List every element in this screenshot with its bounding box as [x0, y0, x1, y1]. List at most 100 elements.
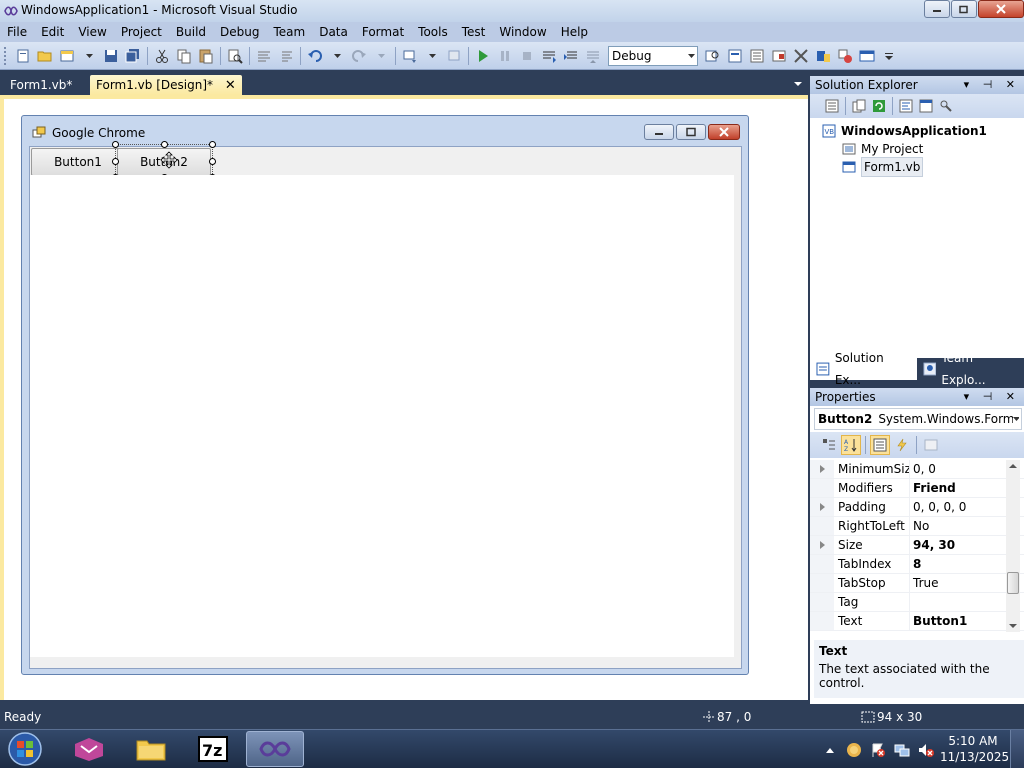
redo-dropdown[interactable] — [371, 46, 391, 66]
property-value[interactable]: Button1 — [910, 612, 998, 630]
property-value[interactable]: Friend — [910, 479, 998, 497]
expand-icon[interactable] — [810, 498, 834, 516]
categorized-button[interactable] — [819, 435, 839, 455]
property-pages-button[interactable] — [921, 435, 941, 455]
menu-help[interactable]: Help — [554, 22, 595, 42]
resize-handle-right[interactable] — [209, 158, 216, 165]
add-item-button[interactable] — [57, 46, 77, 66]
form-maximize-button[interactable] — [676, 124, 706, 140]
form-body[interactable] — [30, 175, 734, 657]
start-debugging-button[interactable] — [473, 46, 493, 66]
tree-node-my-project[interactable]: My Project — [822, 140, 1024, 158]
tree-node-form1[interactable]: Form1.vb — [822, 157, 1024, 177]
volume-muted-icon[interactable] — [918, 742, 934, 758]
form-close-button[interactable] — [708, 124, 740, 140]
properties-button[interactable] — [823, 97, 841, 115]
object-selector[interactable]: Button2 System.Windows.Forms.E — [814, 408, 1022, 430]
menu-tools[interactable]: Tools — [411, 22, 455, 42]
menu-project[interactable]: Project — [114, 22, 169, 42]
toolbar-grip[interactable] — [4, 46, 8, 65]
show-desktop-button[interactable] — [1010, 730, 1024, 768]
cut-button[interactable] — [152, 46, 172, 66]
action-center-flag-icon[interactable] — [870, 742, 886, 758]
copy-button[interactable] — [174, 46, 194, 66]
navigate-backward-dropdown[interactable] — [422, 46, 442, 66]
view-designer-button[interactable] — [917, 97, 935, 115]
events-view-button[interactable] — [892, 435, 912, 455]
tab-solution-explorer[interactable]: Solution Ex... — [810, 351, 917, 387]
property-value[interactable]: True — [910, 574, 998, 592]
new-project-button[interactable] — [13, 46, 33, 66]
form-client-area[interactable]: Button1 Button2 — [29, 141, 742, 669]
uncomment-button[interactable] — [276, 46, 296, 66]
resize-handle-left[interactable] — [112, 158, 119, 165]
save-button[interactable] — [101, 46, 121, 66]
network-icon[interactable] — [894, 742, 910, 758]
property-value[interactable]: 94, 30 — [910, 536, 998, 554]
save-all-button[interactable] — [123, 46, 143, 66]
step-over-button[interactable] — [561, 46, 581, 66]
menu-data[interactable]: Data — [312, 22, 355, 42]
scroll-up-icon[interactable] — [1009, 464, 1017, 468]
tab-form1-code[interactable]: Form1.vb* — [4, 75, 78, 95]
properties-window-button[interactable] — [747, 46, 767, 66]
property-row[interactable]: RightToLeft No — [810, 517, 1024, 536]
menu-format[interactable]: Format — [355, 22, 411, 42]
property-value[interactable] — [910, 593, 998, 611]
scrollbar-thumb[interactable] — [1007, 572, 1019, 594]
pane-header-buttons[interactable]: ▾ ⊣ ✕ — [964, 388, 1020, 406]
properties-view-button[interactable] — [870, 435, 890, 455]
open-file-button[interactable] — [35, 46, 55, 66]
step-into-button[interactable] — [539, 46, 559, 66]
navigate-backward-button[interactable] — [400, 46, 420, 66]
active-files-dropdown[interactable] — [794, 82, 802, 86]
toolbox-button[interactable] — [791, 46, 811, 66]
taskbar-7zip[interactable]: 7z — [184, 731, 242, 767]
property-row[interactable]: MinimumSize0, 0 — [810, 460, 1024, 479]
resize-handle-top-right[interactable] — [209, 141, 216, 148]
menu-window[interactable]: Window — [492, 22, 553, 42]
find-in-files-button[interactable] — [703, 46, 723, 66]
toolbar-options-button[interactable] — [879, 46, 899, 66]
designer-form[interactable]: Google Chrome Button1 Button2 — [21, 115, 749, 675]
class-view-button[interactable] — [835, 46, 855, 66]
property-row[interactable]: Tag — [810, 593, 1024, 612]
view-code-button[interactable] — [897, 97, 915, 115]
solution-explorer-button[interactable] — [725, 46, 745, 66]
stop-debugging-button[interactable] — [517, 46, 537, 66]
menu-edit[interactable]: Edit — [34, 22, 71, 42]
expand-icon[interactable] — [810, 460, 834, 478]
property-grid-scrollbar[interactable] — [1006, 460, 1020, 632]
system-clock[interactable]: 5:10 AM 11/13/2025 — [940, 733, 1009, 765]
solution-configuration-select[interactable]: Debug — [608, 45, 698, 66]
add-item-dropdown[interactable] — [79, 46, 99, 66]
undo-button[interactable] — [305, 46, 325, 66]
resize-handle-top[interactable] — [161, 141, 168, 148]
property-row[interactable]: TabStop True — [810, 574, 1024, 593]
scroll-down-icon[interactable] — [1009, 624, 1017, 628]
object-browser-button[interactable] — [769, 46, 789, 66]
tab-form1-design[interactable]: Form1.vb [Design]* ✕ — [90, 75, 242, 95]
network-globe-icon[interactable] — [846, 742, 862, 758]
property-row[interactable]: Size 94, 30 — [810, 536, 1024, 555]
maximize-button[interactable] — [951, 0, 977, 18]
view-class-diagram-button[interactable] — [937, 97, 955, 115]
menu-file[interactable]: File — [0, 22, 34, 42]
alphabetical-button[interactable]: AZ — [841, 435, 861, 455]
pane-header-buttons[interactable]: ▾ ⊣ ✕ — [964, 76, 1020, 94]
find-button[interactable] — [225, 46, 245, 66]
undo-dropdown[interactable] — [327, 46, 347, 66]
property-value[interactable]: 0, 0 — [910, 460, 998, 478]
start-page-button[interactable] — [813, 46, 833, 66]
tab-team-explorer[interactable]: Team Explo... — [917, 351, 1024, 387]
step-out-button[interactable] — [583, 46, 603, 66]
menu-view[interactable]: View — [71, 22, 113, 42]
close-button[interactable] — [978, 0, 1024, 18]
tree-node-solution[interactable]: VB WindowsApplication1 — [822, 122, 1024, 140]
show-all-files-button[interactable] — [850, 97, 868, 115]
menu-debug[interactable]: Debug — [213, 22, 266, 42]
taskbar-file-explorer[interactable] — [122, 731, 180, 767]
form-minimize-button[interactable] — [644, 124, 674, 140]
expand-icon[interactable] — [810, 536, 834, 554]
property-value[interactable]: 8 — [910, 555, 998, 573]
